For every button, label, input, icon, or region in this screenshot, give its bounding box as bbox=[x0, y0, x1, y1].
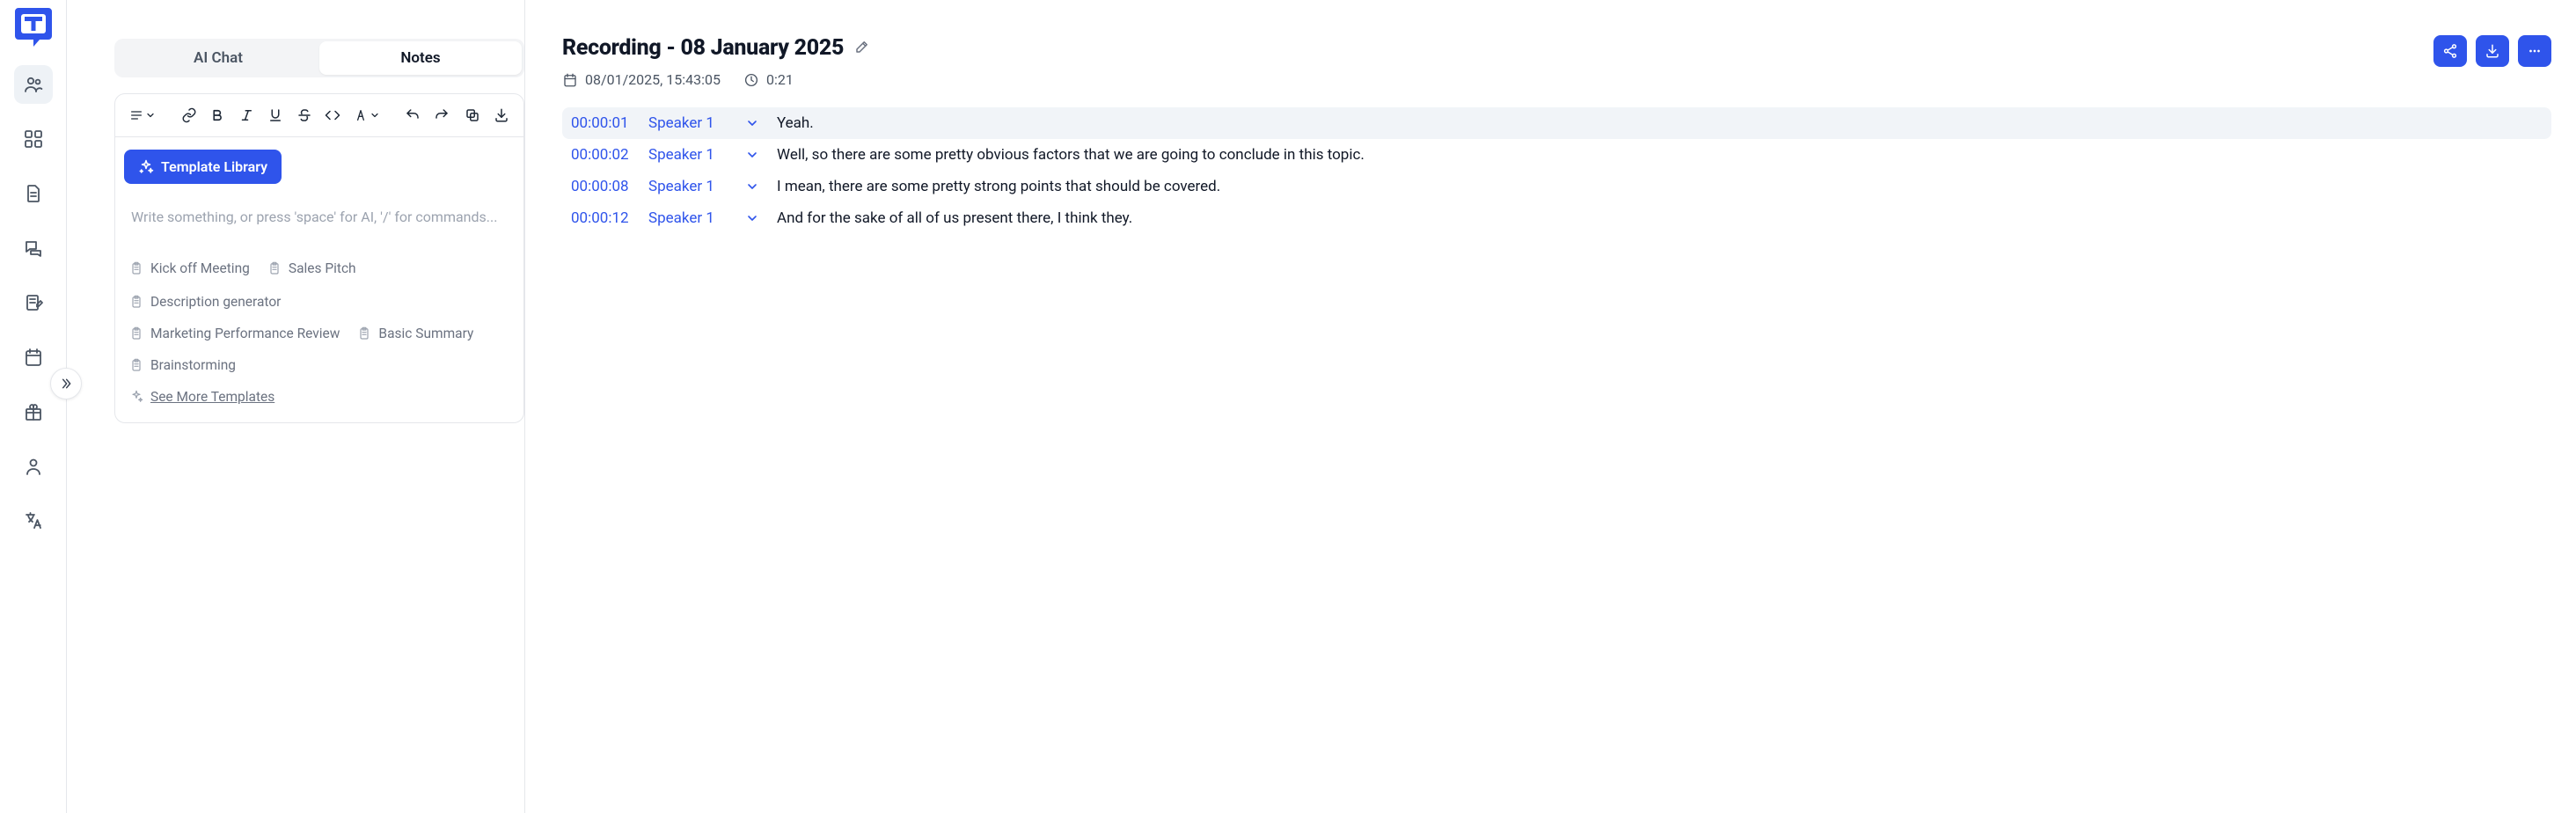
clipboard-icon bbox=[129, 358, 143, 372]
speaker-dropdown[interactable] bbox=[742, 148, 763, 162]
code-button[interactable] bbox=[319, 101, 347, 129]
chevron-down-icon bbox=[745, 211, 759, 225]
editor-placeholder[interactable]: Write something, or press 'space' for AI… bbox=[124, 209, 515, 225]
template-kickoff[interactable]: Kick off Meeting bbox=[129, 260, 250, 276]
sidebar-item-gift[interactable] bbox=[14, 392, 53, 431]
transcript-pane: Recording - 08 January 2025 08/01/2025, … bbox=[524, 0, 2576, 813]
sidebar-item-chat[interactable] bbox=[14, 229, 53, 267]
tab-ai-chat[interactable]: AI Chat bbox=[117, 41, 319, 75]
pencil-icon bbox=[854, 39, 870, 55]
transcript-text: Yeah. bbox=[777, 114, 2543, 132]
sidebar-expand-button[interactable] bbox=[50, 368, 82, 399]
paragraph-style-button[interactable] bbox=[124, 108, 161, 122]
sidebar-item-calendar[interactable] bbox=[14, 338, 53, 377]
italic-button[interactable] bbox=[233, 101, 260, 129]
sidebar-item-team[interactable] bbox=[14, 65, 53, 104]
sparkle-icon bbox=[129, 390, 143, 404]
transcript-time[interactable]: 00:00:01 bbox=[571, 114, 634, 132]
sidebar-item-dashboard[interactable] bbox=[14, 120, 53, 158]
speaker-dropdown[interactable] bbox=[742, 211, 763, 225]
calendar-icon bbox=[562, 72, 578, 88]
transcript-row[interactable]: 00:00:01 Speaker 1 Yeah. bbox=[562, 107, 2551, 139]
clock-icon bbox=[743, 72, 759, 88]
template-marketing-review[interactable]: Marketing Performance Review bbox=[129, 326, 340, 341]
transcript-speaker[interactable]: Speaker 1 bbox=[648, 178, 728, 195]
transcript-time[interactable]: 00:00:02 bbox=[571, 146, 634, 164]
link-button[interactable] bbox=[175, 101, 202, 129]
transcript-row[interactable]: 00:00:02 Speaker 1 Well, so there are some… bbox=[562, 139, 2551, 171]
template-library-button[interactable]: Template Library bbox=[124, 150, 282, 184]
edit-title-button[interactable] bbox=[854, 39, 870, 58]
dots-icon bbox=[2527, 43, 2543, 59]
transcript-row[interactable]: 00:00:12 Speaker 1 And for the sake of all… bbox=[562, 202, 2551, 234]
copy-button[interactable] bbox=[459, 101, 487, 129]
transcript-time[interactable]: 00:00:12 bbox=[571, 209, 634, 227]
share-button[interactable] bbox=[2433, 35, 2467, 67]
transcript-text: Well, so there are some pretty obvious f… bbox=[777, 146, 2543, 164]
sidebar bbox=[0, 0, 67, 813]
sidebar-item-document[interactable] bbox=[14, 174, 53, 213]
chevron-down-icon bbox=[745, 179, 759, 194]
redo-button[interactable] bbox=[428, 101, 456, 129]
share-icon bbox=[2442, 43, 2458, 59]
transcript-list: 00:00:01 Speaker 1 Yeah. 00:00:02 Speaker 1 W… bbox=[562, 107, 2551, 234]
clipboard-icon bbox=[129, 261, 143, 275]
chevron-down-icon bbox=[145, 110, 156, 121]
download-button[interactable] bbox=[2476, 35, 2509, 67]
template-basic-summary[interactable]: Basic Summary bbox=[357, 326, 473, 341]
strikethrough-button[interactable] bbox=[290, 101, 318, 129]
recording-datetime: 08/01/2025, 15:43:05 bbox=[562, 71, 721, 88]
speaker-dropdown[interactable] bbox=[742, 116, 763, 130]
sparkle-icon bbox=[138, 159, 154, 175]
template-library-label: Template Library bbox=[161, 158, 267, 175]
transcript-time[interactable]: 00:00:08 bbox=[571, 178, 634, 195]
speaker-dropdown[interactable] bbox=[742, 179, 763, 194]
download-icon bbox=[2485, 43, 2500, 59]
text-color-button[interactable] bbox=[348, 108, 385, 122]
editor-card: Template Library Write something, or pre… bbox=[114, 93, 524, 423]
tab-switch: AI Chat Notes bbox=[114, 39, 524, 77]
transcript-text: And for the sake of all of us present th… bbox=[777, 209, 2543, 227]
template-brainstorming[interactable]: Brainstorming bbox=[129, 357, 236, 373]
recording-duration: 0:21 bbox=[743, 71, 794, 88]
notes-pane: AI Chat Notes bbox=[67, 0, 524, 813]
clipboard-icon bbox=[357, 326, 371, 341]
undo-button[interactable] bbox=[399, 101, 427, 129]
transcript-speaker[interactable]: Speaker 1 bbox=[648, 114, 728, 132]
app-logo bbox=[12, 7, 55, 49]
see-more-templates[interactable]: See More Templates bbox=[129, 389, 274, 405]
export-button[interactable] bbox=[487, 101, 515, 129]
sidebar-item-language[interactable] bbox=[14, 502, 53, 540]
chevron-down-icon bbox=[370, 110, 380, 121]
clipboard-icon bbox=[129, 295, 143, 309]
template-description-generator[interactable]: Description generator bbox=[129, 294, 281, 310]
transcript-row[interactable]: 00:00:08 Speaker 1 I mean, there are some … bbox=[562, 171, 2551, 202]
sidebar-item-profile[interactable] bbox=[14, 447, 53, 486]
underline-button[interactable] bbox=[262, 101, 289, 129]
transcript-speaker[interactable]: Speaker 1 bbox=[648, 146, 728, 164]
transcript-text: I mean, there are some pretty strong poi… bbox=[777, 178, 2543, 195]
editor-toolbar bbox=[115, 94, 523, 137]
recording-title: Recording - 08 January 2025 bbox=[562, 35, 844, 61]
chevron-down-icon bbox=[745, 116, 759, 130]
clipboard-icon bbox=[129, 326, 143, 341]
tab-notes[interactable]: Notes bbox=[319, 41, 522, 75]
bold-button[interactable] bbox=[204, 101, 231, 129]
more-options-button[interactable] bbox=[2518, 35, 2551, 67]
sidebar-item-notes[interactable] bbox=[14, 283, 53, 322]
chevron-down-icon bbox=[745, 148, 759, 162]
transcript-speaker[interactable]: Speaker 1 bbox=[648, 209, 728, 227]
clipboard-icon bbox=[267, 261, 282, 275]
template-sales[interactable]: Sales Pitch bbox=[267, 260, 356, 276]
